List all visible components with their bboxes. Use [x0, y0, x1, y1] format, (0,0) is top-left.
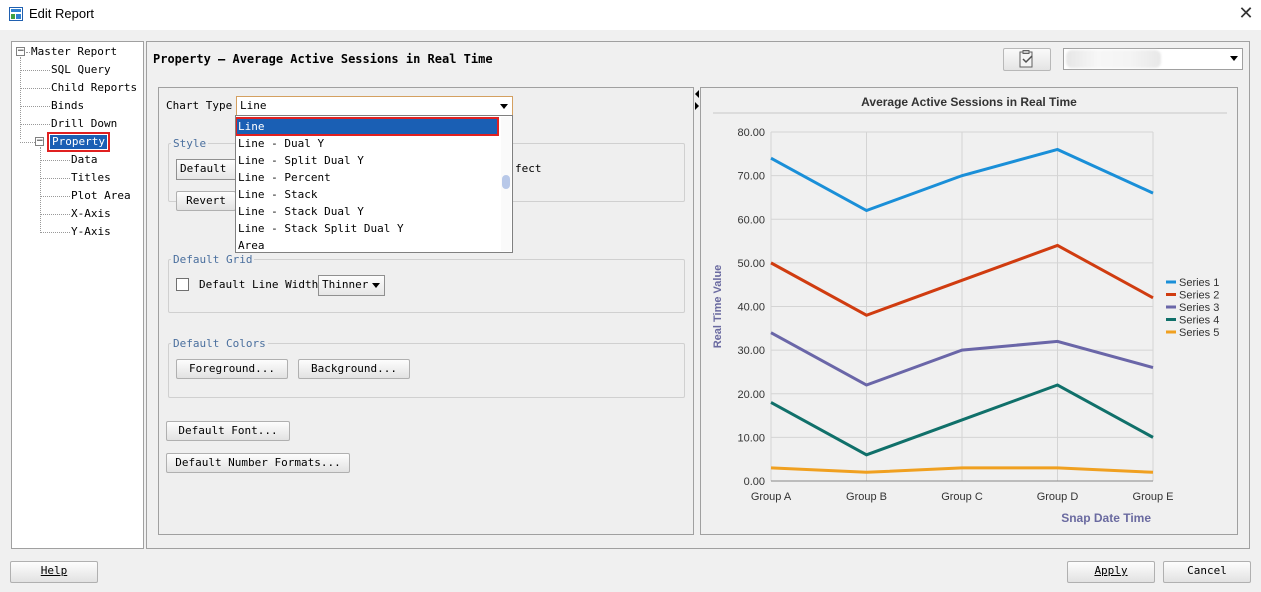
- dropdown-option[interactable]: Line - Split Dual Y: [238, 153, 364, 168]
- y-tick-label: 20.00: [737, 389, 765, 401]
- tree-connector: [40, 160, 70, 161]
- chart-type-combo[interactable]: Line: [236, 96, 513, 116]
- line-chart: Average Active Sessions in Real Time 0.00…: [712, 95, 1227, 525]
- y-tick-label: 60.00: [737, 214, 765, 226]
- tree-connector: [20, 124, 50, 125]
- legend-entry: Series 4: [1179, 315, 1219, 327]
- cancel-button[interactable]: Cancel: [1163, 561, 1251, 583]
- tree-connector: [40, 232, 70, 233]
- collapse-property-icon[interactable]: −: [35, 137, 44, 146]
- revert-button[interactable]: Revert: [176, 191, 236, 211]
- line-width-combo[interactable]: Thinner: [318, 275, 385, 296]
- tree-item-titles[interactable]: Titles: [71, 171, 111, 185]
- tree-connector: [20, 142, 35, 143]
- tree-item-x-axis[interactable]: X-Axis: [71, 207, 111, 221]
- chart-preview-panel: Average Active Sessions in Real Time 0.00…: [700, 87, 1238, 535]
- line-width-value: Thinner: [322, 278, 369, 291]
- legend-entry: Series 1: [1179, 277, 1219, 289]
- apply-button[interactable]: Apply: [1067, 561, 1155, 583]
- chart-type-label: Chart Type: [166, 99, 233, 112]
- tree-item-child-reports[interactable]: Child Reports: [51, 81, 137, 95]
- tree-item-y-axis[interactable]: Y-Axis: [71, 225, 111, 239]
- y-tick-label: 80.00: [737, 127, 765, 139]
- y-tick-label: 30.00: [737, 345, 765, 357]
- close-icon[interactable]: ✕: [1236, 4, 1256, 24]
- y-tick-label: 0.00: [744, 476, 765, 488]
- page-title: Property – Average Active Sessions in Re…: [153, 52, 493, 66]
- tree-item-drill-down[interactable]: Drill Down: [51, 117, 117, 131]
- tree-item-property[interactable]: Property: [47, 132, 110, 152]
- dropdown-scrollbar[interactable]: [501, 117, 511, 251]
- copy-button[interactable]: [1003, 48, 1051, 71]
- collapse-master-icon[interactable]: −: [16, 47, 25, 56]
- clipboard-icon: [1019, 50, 1033, 68]
- dropdown-option[interactable]: Line - Stack Split Dual Y: [238, 221, 404, 236]
- title-bar: [0, 0, 1261, 30]
- x-tick-label: Group A: [751, 491, 792, 503]
- default-grid-group-label: Default Grid: [171, 253, 255, 266]
- chart-title: Average Active Sessions in Real Time: [861, 95, 1077, 109]
- effect-label: fect: [515, 162, 542, 175]
- report-selector-combo[interactable]: [1063, 48, 1243, 70]
- tree-item-master-report[interactable]: Master Report: [31, 45, 117, 59]
- dropdown-option[interactable]: Line - Percent: [238, 170, 331, 185]
- dropdown-option[interactable]: Area: [238, 238, 265, 252]
- window-title: Edit Report: [29, 6, 95, 21]
- default-grid-checkbox[interactable]: [176, 278, 189, 291]
- help-button[interactable]: Help: [10, 561, 98, 583]
- x-tick-label: Group B: [846, 491, 887, 503]
- tree-item-sql-query[interactable]: SQL Query: [51, 63, 111, 77]
- tree-item-data[interactable]: Data: [71, 153, 98, 167]
- dropdown-option[interactable]: Line - Dual Y: [238, 136, 324, 151]
- x-tick-label: Group E: [1133, 491, 1174, 503]
- legend-entry: Series 5: [1179, 327, 1219, 339]
- y-tick-label: 40.00: [737, 302, 765, 314]
- tree-connector: [20, 106, 50, 107]
- redacted-value: [1066, 50, 1161, 68]
- y-tick-label: 10.00: [737, 432, 765, 444]
- chevron-down-icon: [372, 283, 380, 288]
- legend-entry: Series 3: [1179, 302, 1219, 314]
- chart-type-value: Line: [240, 99, 267, 112]
- style-group-label: Style: [171, 137, 209, 150]
- background-button[interactable]: Background...: [298, 359, 410, 379]
- default-number-formats-button[interactable]: Default Number Formats...: [166, 453, 350, 473]
- foreground-button[interactable]: Foreground...: [176, 359, 288, 379]
- default-line-width-label: Default Line Width: [199, 278, 319, 291]
- report-app-icon: [9, 7, 23, 21]
- x-tick-label: Group D: [1037, 491, 1079, 503]
- default-font-button[interactable]: Default Font...: [166, 421, 290, 441]
- tree-connector: [40, 196, 70, 197]
- default-colors-group-label: Default Colors: [171, 337, 268, 350]
- tree-connector: [20, 88, 50, 89]
- dropdown-option[interactable]: Line - Stack Dual Y: [238, 204, 364, 219]
- chevron-down-icon: [1230, 56, 1238, 61]
- dropdown-option[interactable]: Line - Stack: [238, 187, 317, 202]
- chart-type-dropdown[interactable]: Line Line - Dual Y Line - Split Dual Y L…: [235, 115, 513, 253]
- tree-item-binds[interactable]: Binds: [51, 99, 84, 113]
- tree-item-plot-area[interactable]: Plot Area: [71, 189, 131, 203]
- dropdown-option-line[interactable]: Line: [236, 117, 499, 136]
- tree-connector: [20, 70, 50, 71]
- style-combo[interactable]: Default: [176, 159, 240, 180]
- style-value: Default: [180, 162, 227, 175]
- scrollbar-thumb[interactable]: [502, 175, 510, 189]
- chevron-down-icon: [500, 104, 508, 109]
- x-tick-label: Group C: [941, 491, 983, 503]
- y-tick-label: 50.00: [737, 258, 765, 270]
- legend-entry: Series 2: [1179, 290, 1219, 302]
- tree-connector: [40, 178, 70, 179]
- tree-connector: [40, 214, 70, 215]
- y-axis-title: Real Time Value: [712, 265, 724, 349]
- tree-connector: [26, 52, 30, 53]
- y-tick-label: 70.00: [737, 171, 765, 183]
- x-axis-title: Snap Date Time: [1061, 511, 1151, 525]
